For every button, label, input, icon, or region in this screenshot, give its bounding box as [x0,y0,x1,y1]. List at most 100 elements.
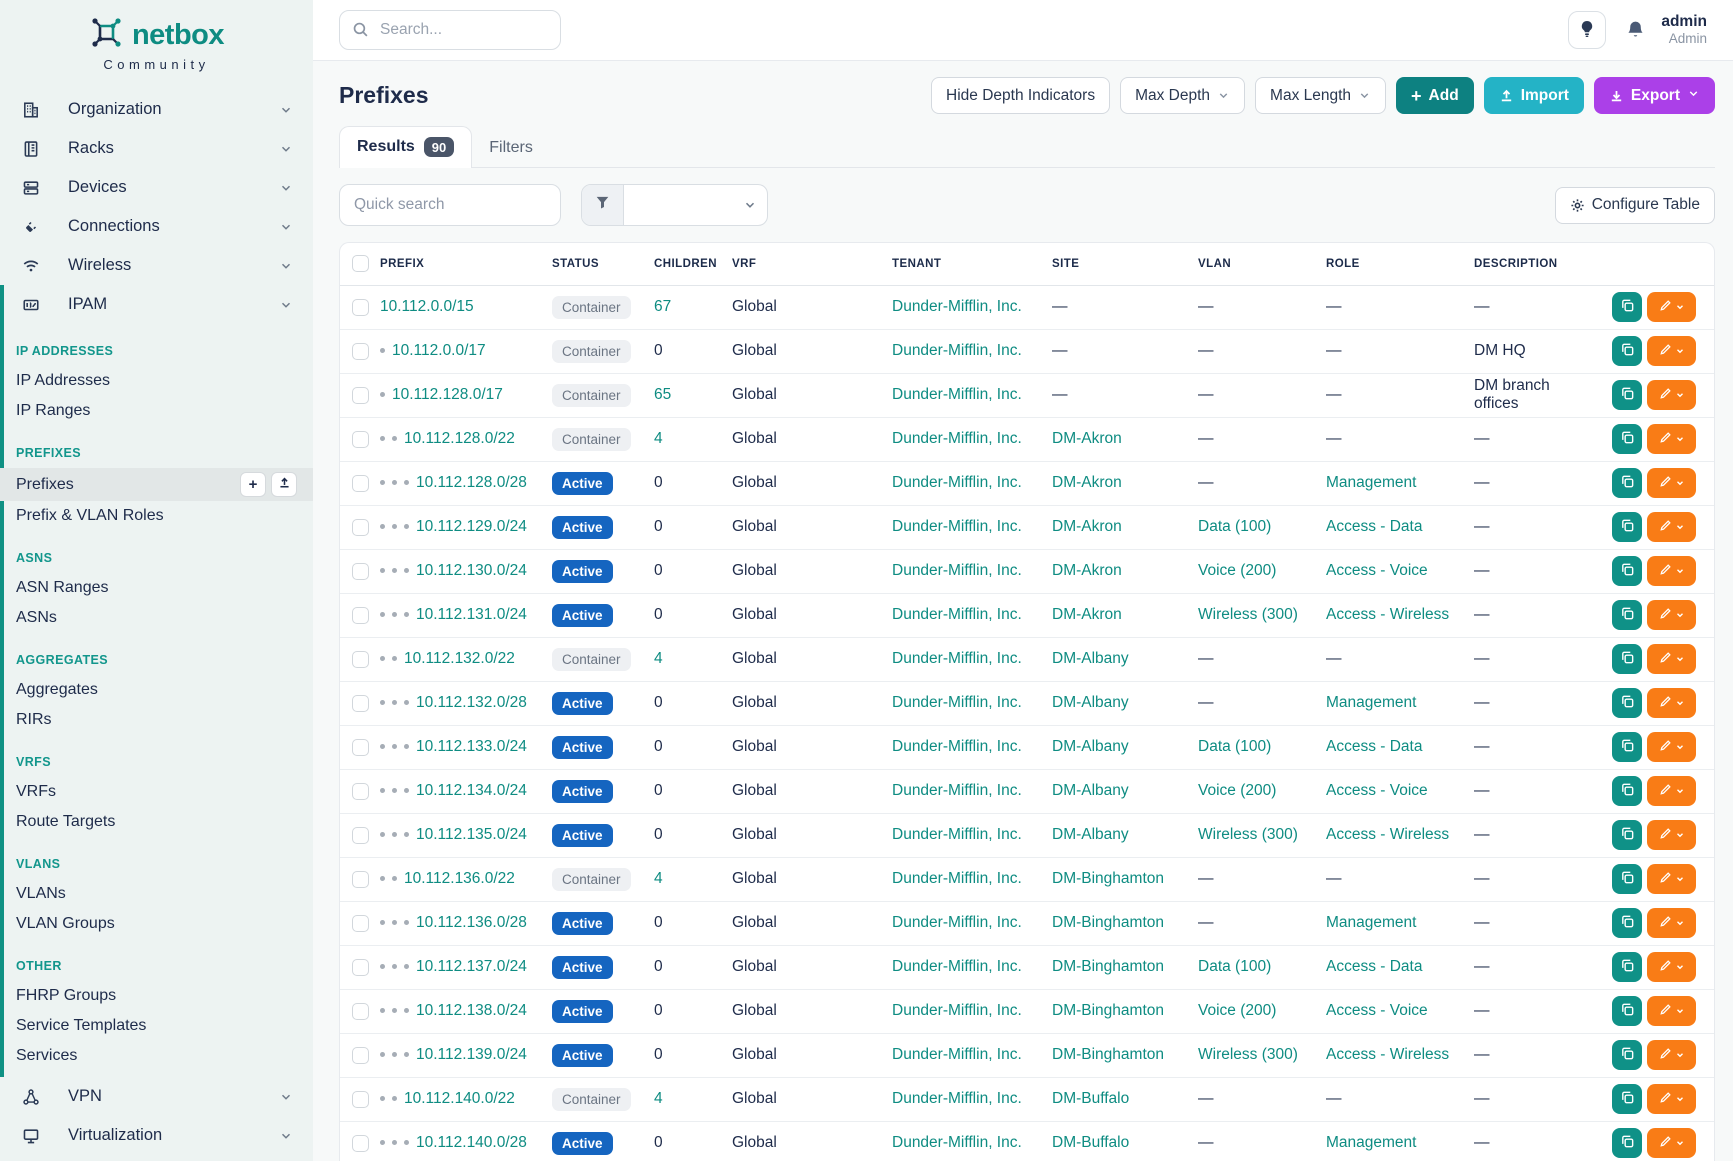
clone-button[interactable] [1612,864,1642,894]
row-checkbox[interactable] [352,1135,369,1152]
sidebar-item-vlan-groups[interactable]: VLAN Groups [0,909,313,939]
site-link[interactable]: DM-Akron [1052,562,1122,579]
prefix-link[interactable]: 10.112.132.0/22 [404,650,515,667]
vlan-link[interactable]: Voice (200) [1198,1002,1276,1019]
edit-button[interactable] [1647,820,1696,850]
edit-button[interactable] [1647,292,1696,322]
site-link[interactable]: DM-Binghamton [1052,958,1164,975]
children-count-link[interactable]: 4 [654,650,663,667]
site-link[interactable]: DM-Buffalo [1052,1134,1129,1151]
tenant-link[interactable]: Dunder-Mifflin, Inc. [892,1002,1022,1019]
add-prefix-button[interactable]: + [240,472,266,497]
sidebar-item-ip-ranges[interactable]: IP Ranges [0,396,313,426]
children-count-link[interactable]: 4 [654,430,663,447]
clone-button[interactable] [1612,1128,1642,1158]
row-checkbox[interactable] [352,343,369,360]
role-link[interactable]: Access - Voice [1326,562,1428,579]
prefix-link[interactable]: 10.112.129.0/24 [416,518,527,535]
clone-button[interactable] [1612,556,1642,586]
max-length-dropdown[interactable]: Max Length [1255,77,1386,114]
sidebar-item-ip-addresses[interactable]: IP Addresses [0,366,313,396]
edit-button[interactable] [1647,908,1696,938]
vlan-link[interactable]: Data (100) [1198,518,1271,535]
prefix-link[interactable]: 10.112.0.0/15 [380,298,474,315]
children-count-link[interactable]: 4 [654,1090,663,1107]
role-link[interactable]: Access - Data [1326,958,1422,975]
tab-filters[interactable]: Filters [472,129,550,167]
tenant-link[interactable]: Dunder-Mifflin, Inc. [892,342,1022,359]
edit-button[interactable] [1647,864,1696,894]
clone-button[interactable] [1612,1040,1642,1070]
edit-button[interactable] [1647,996,1696,1026]
filter-button[interactable] [582,185,624,225]
tenant-link[interactable]: Dunder-Mifflin, Inc. [892,1046,1022,1063]
configure-table-button[interactable]: Configure Table [1555,187,1715,224]
sidebar-item-racks[interactable]: Racks [0,129,313,168]
row-checkbox[interactable] [352,563,369,580]
vlan-link[interactable]: Data (100) [1198,738,1271,755]
row-checkbox[interactable] [352,519,369,536]
clone-button[interactable] [1612,468,1642,498]
edit-button[interactable] [1647,424,1696,454]
role-link[interactable]: Management [1326,474,1416,491]
role-link[interactable]: Access - Wireless [1326,606,1449,623]
vlan-link[interactable]: Wireless (300) [1198,826,1298,843]
sidebar-item-aggregates[interactable]: Aggregates [0,675,313,705]
edit-button[interactable] [1647,336,1696,366]
prefix-link[interactable]: 10.112.136.0/28 [416,914,527,931]
clone-button[interactable] [1612,820,1642,850]
column-header-vrf[interactable]: VRF [732,243,892,285]
prefix-link[interactable]: 10.112.136.0/22 [404,870,515,887]
prefix-link[interactable]: 10.112.139.0/24 [416,1046,527,1063]
row-checkbox[interactable] [352,607,369,624]
tenant-link[interactable]: Dunder-Mifflin, Inc. [892,562,1022,579]
max-depth-dropdown[interactable]: Max Depth [1120,77,1245,114]
prefix-link[interactable]: 10.112.133.0/24 [416,738,527,755]
edit-button[interactable] [1647,380,1696,410]
import-button[interactable]: Import [1484,77,1584,114]
clone-button[interactable] [1612,512,1642,542]
role-link[interactable]: Access - Voice [1326,1002,1428,1019]
row-checkbox[interactable] [352,299,369,316]
prefix-link[interactable]: 10.112.128.0/28 [416,474,527,491]
row-checkbox[interactable] [352,959,369,976]
row-checkbox[interactable] [352,783,369,800]
column-header-prefix[interactable]: PREFIX [380,243,552,285]
prefix-link[interactable]: 10.112.138.0/24 [416,1002,527,1019]
clone-button[interactable] [1612,732,1642,762]
sidebar-item-fhrp-groups[interactable]: FHRP Groups [0,981,313,1011]
sidebar-item-prefixes[interactable]: Prefixes+ [0,468,313,501]
row-checkbox[interactable] [352,1091,369,1108]
tenant-link[interactable]: Dunder-Mifflin, Inc. [892,826,1022,843]
tenant-link[interactable]: Dunder-Mifflin, Inc. [892,958,1022,975]
role-link[interactable]: Management [1326,1134,1416,1151]
site-link[interactable]: DM-Binghamton [1052,914,1164,931]
row-checkbox[interactable] [352,1047,369,1064]
site-link[interactable]: DM-Akron [1052,474,1122,491]
sidebar-item-route-targets[interactable]: Route Targets [0,807,313,837]
clone-button[interactable] [1612,336,1642,366]
tenant-link[interactable]: Dunder-Mifflin, Inc. [892,914,1022,931]
prefix-link[interactable]: 10.112.140.0/28 [416,1134,527,1151]
global-search-input[interactable] [339,10,561,50]
brand-logo[interactable]: netbox Community [0,0,313,76]
row-checkbox[interactable] [352,739,369,756]
prefix-link[interactable]: 10.112.128.0/17 [392,386,503,403]
prefix-link[interactable]: 10.112.140.0/22 [404,1090,515,1107]
clone-button[interactable] [1612,996,1642,1026]
tenant-link[interactable]: Dunder-Mifflin, Inc. [892,738,1022,755]
sidebar-item-vpn[interactable]: VPN [0,1077,313,1116]
tenant-link[interactable]: Dunder-Mifflin, Inc. [892,870,1022,887]
site-link[interactable]: DM-Albany [1052,782,1129,799]
saved-filter-select[interactable] [624,185,767,225]
tenant-link[interactable]: Dunder-Mifflin, Inc. [892,650,1022,667]
sidebar-item-prefix-vlan-roles[interactable]: Prefix & VLAN Roles [0,501,313,531]
prefix-link[interactable]: 10.112.137.0/24 [416,958,527,975]
clone-button[interactable] [1612,688,1642,718]
role-link[interactable]: Access - Wireless [1326,1046,1449,1063]
site-link[interactable]: DM-Albany [1052,826,1129,843]
row-checkbox[interactable] [352,431,369,448]
sidebar-item-virtualization[interactable]: Virtualization [0,1116,313,1155]
notifications-bell-icon[interactable] [1626,20,1645,40]
sidebar-item-organization[interactable]: Organization [0,90,313,129]
